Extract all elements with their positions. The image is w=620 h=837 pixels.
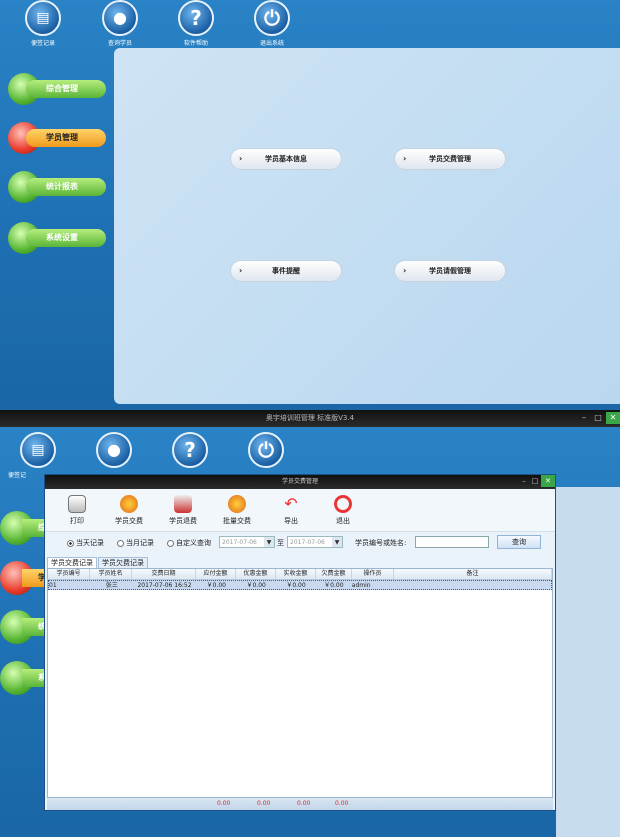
sidebar-item-reports[interactable]: 统 (0, 610, 48, 644)
arrow-right-icon: › (239, 266, 243, 275)
totals-row: 0.00 0.00 0.00 0.00 (47, 798, 553, 810)
sidebar-item-students[interactable]: 学 (0, 561, 48, 595)
to-label: 至 (277, 539, 284, 547)
radio-today[interactable]: 当天记录 (67, 538, 104, 548)
window-titlebar: 奥宇培训班管理 标准版V3.4 – □ ✕ (0, 410, 620, 427)
exit-button[interactable]: ⏻ (236, 432, 296, 468)
printer-icon (68, 495, 86, 513)
date-from-picker[interactable]: 2017-07-06 (219, 536, 275, 548)
tab-payment-records[interactable]: 学员交费记录 (47, 557, 97, 568)
batch-pay-button[interactable]: 批量交费 (217, 495, 257, 526)
sidebar-item-general[interactable]: 综合管理 (8, 73, 106, 105)
radio-custom[interactable]: 自定义查询 (167, 538, 211, 548)
search-student-button[interactable]: ● 查询学员 (90, 0, 150, 47)
sidebar-item-students[interactable]: 学员管理 (8, 122, 106, 154)
refund-icon (174, 495, 192, 513)
coins-icon (120, 495, 138, 513)
tab-arrears-records[interactable]: 学员欠费记录 (98, 557, 148, 568)
menu-event-reminder[interactable]: › 事件提醒 (230, 260, 342, 282)
window-title: 奥宇培训班管理 标准版V3.4 (265, 414, 355, 422)
sidebar-item-reports[interactable]: 统计报表 (8, 171, 106, 203)
sidebar-item-general[interactable]: 综 (0, 511, 48, 545)
stop-icon (334, 495, 352, 513)
notes-button[interactable]: ▤ 便签记录 (13, 0, 73, 47)
record-tabs: 学员交费记录 学员欠费记录 (47, 557, 149, 568)
query-button[interactable]: 查询 (497, 535, 541, 549)
table-row[interactable]: 01 张三 2017-07-06 16:52 ￥0.00 ￥0.00 ￥0.00… (48, 580, 552, 590)
print-button[interactable]: 打印 (57, 495, 97, 526)
dialog-toolbar: 打印 学员交费 学员退费 批量交费 ↶ 导出 退出 (45, 489, 555, 531)
sidebar-item-settings[interactable]: 系 (0, 661, 48, 695)
export-button[interactable]: ↶ 导出 (271, 495, 311, 526)
pay-fee-button[interactable]: 学员交费 (109, 495, 149, 526)
minimize-icon[interactable]: – (578, 412, 590, 424)
menu-student-info[interactable]: › 学员基本信息 (230, 148, 342, 170)
search-student-button[interactable]: ● (84, 432, 144, 468)
dialog-title: 学员交费管理 (281, 478, 318, 485)
sidebar: 综合管理 学员管理 统计报表 系统设置 (0, 48, 112, 270)
help-button[interactable]: ? (160, 432, 220, 468)
coins-icon (228, 495, 246, 513)
search-label: 学员编号或姓名: (355, 539, 407, 547)
records-table: 学员编号 学员姓名 交费日期 应付金额 优惠金额 实收金额 欠费金额 操作员 备… (47, 568, 553, 798)
notes-icon: ▤ (25, 0, 61, 36)
close-icon[interactable]: ✕ (541, 475, 555, 487)
export-arrow-icon: ↶ (284, 494, 298, 513)
dialog-titlebar: 学员交费管理 – □ ✕ (45, 475, 555, 489)
menu-fee-management[interactable]: › 学员交费管理 (394, 148, 506, 170)
help-icon: ? (178, 0, 214, 36)
maximize-icon[interactable]: □ (592, 412, 604, 424)
quit-button[interactable]: 退出 (323, 495, 363, 526)
radio-month[interactable]: 当月记录 (117, 538, 154, 548)
sidebar-item-settings[interactable]: 系统设置 (8, 222, 106, 254)
content-panel: › 学员基本信息 › 学员交费管理 › 事件提醒 › 学员请假管理 (114, 48, 620, 404)
date-to-picker[interactable]: 2017-07-06 (287, 536, 343, 548)
exit-button[interactable]: ⏻ 退出系统 (242, 0, 302, 47)
arrow-right-icon: › (403, 154, 407, 163)
arrow-right-icon: › (403, 266, 407, 275)
minimize-icon[interactable]: – (519, 475, 529, 487)
close-icon[interactable]: ✕ (606, 412, 620, 424)
filter-bar: 当天记录 当月记录 自定义查询 2017-07-06 至 2017-07-06 … (45, 531, 555, 551)
help-button[interactable]: ? 软件帮助 (166, 0, 226, 47)
menu-leave-management[interactable]: › 学员请假管理 (394, 260, 506, 282)
search-input[interactable] (415, 536, 489, 548)
fee-management-dialog: 学员交费管理 – □ ✕ 打印 学员交费 学员退费 批量交费 ↶ 导出 退出 当天… (44, 474, 556, 811)
refund-button[interactable]: 学员退费 (163, 495, 203, 526)
help-icon: ? (172, 432, 208, 468)
notes-icon: ▤ (20, 432, 56, 468)
maximize-icon[interactable]: □ (530, 475, 540, 487)
user-search-icon: ● (102, 0, 138, 36)
notes-button[interactable]: ▤ 便签记 (8, 432, 68, 479)
power-icon: ⏻ (254, 0, 290, 36)
user-search-icon: ● (96, 432, 132, 468)
arrow-right-icon: › (239, 154, 243, 163)
power-icon: ⏻ (248, 432, 284, 468)
table-header: 学员编号 学员姓名 交费日期 应付金额 优惠金额 实收金额 欠费金额 操作员 备… (48, 569, 552, 580)
content-panel (556, 487, 620, 837)
